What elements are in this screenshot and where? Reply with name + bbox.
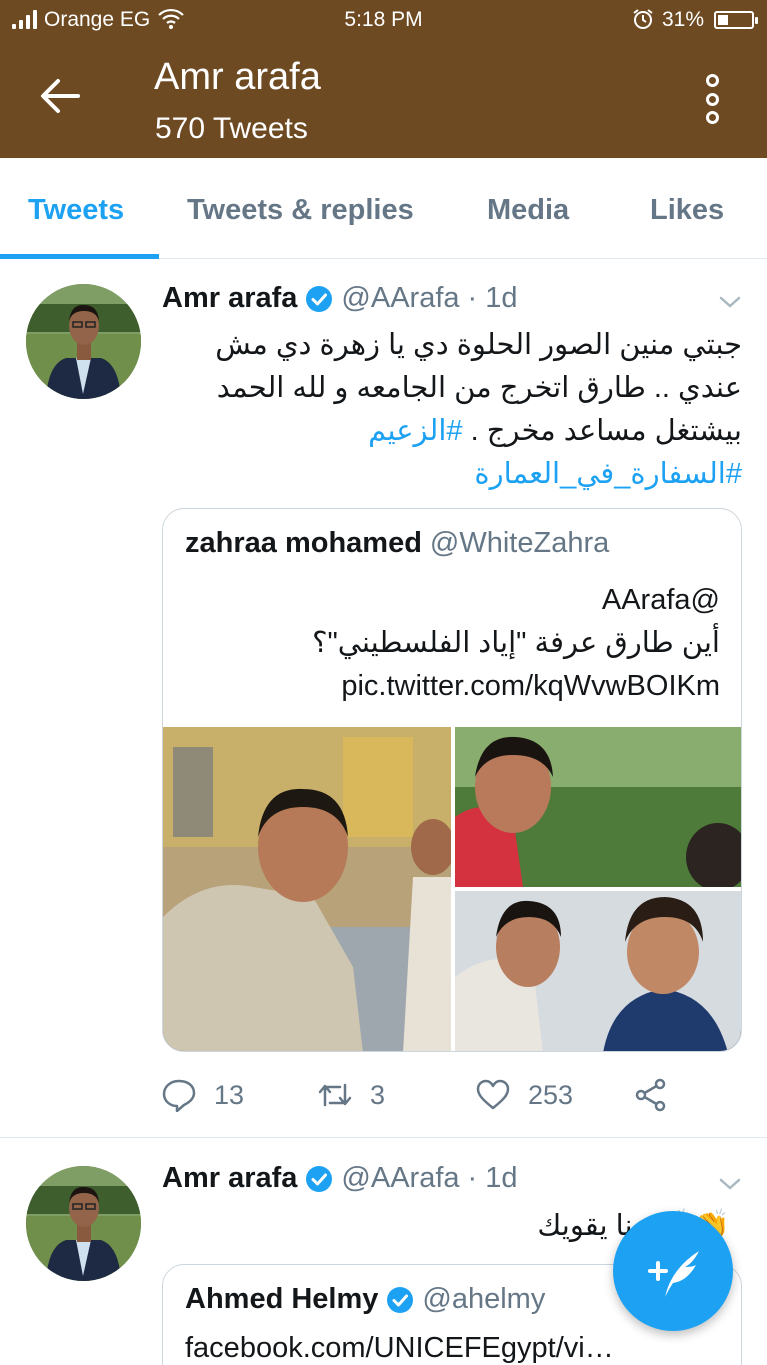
media-grid[interactable]: [163, 727, 742, 1052]
heart-icon: [476, 1079, 510, 1110]
tab-tweets[interactable]: Tweets: [28, 194, 124, 227]
profile-tabs: Tweets Tweets & replies Media Likes: [0, 158, 767, 259]
verified-badge-icon: [387, 1286, 414, 1313]
reply-count: 13: [214, 1079, 245, 1110]
hashtag[interactable]: #السفارة_في_العمارة: [474, 458, 742, 490]
tweet-text: جبتي منين الصور الحلوة دي يا زهرة دي مش …: [215, 329, 742, 490]
back-arrow-icon[interactable]: [38, 74, 82, 118]
verified-badge-icon: [306, 1165, 333, 1192]
chevron-down-icon[interactable]: [718, 1176, 742, 1192]
tab-media[interactable]: Media: [487, 194, 569, 227]
battery-percent: 31%: [662, 8, 705, 31]
quoted-tweet[interactable]: zahraa mohamed @WhiteZahra @AArafa أين ط…: [162, 508, 742, 1052]
quoted-tweet-header: zahraa mohamed @WhiteZahra: [185, 527, 609, 560]
mention[interactable]: @AArafa: [185, 579, 720, 622]
quoted-tweet-header: Ahmed Helmy @ahelmy: [185, 1283, 545, 1316]
profile-header: Amr arafa 570 Tweets: [0, 40, 767, 158]
reply-button[interactable]: 13: [162, 1078, 244, 1112]
hashtag[interactable]: #الزعيم: [368, 415, 462, 447]
pic-link[interactable]: pic.twitter.com/kqWvwBOIKm: [185, 665, 720, 708]
quoted-author-name: zahraa mohamed: [185, 527, 422, 559]
retweet-count: 3: [370, 1079, 386, 1110]
avatar[interactable]: [26, 1166, 141, 1281]
retweet-icon: [318, 1083, 352, 1107]
alarm-icon: [633, 9, 653, 29]
tweet-count: 570 Tweets: [155, 112, 308, 145]
author-name[interactable]: Amr arafa: [162, 282, 297, 315]
more-vertical-icon[interactable]: [700, 74, 724, 124]
verified-badge-icon: [306, 285, 333, 312]
retweet-button[interactable]: 3: [318, 1078, 385, 1112]
tweet-header: Amr arafa @AArafa · 1d: [162, 1162, 518, 1195]
quoted-link[interactable]: facebook.com/UNICEFEgypt/vi…: [185, 1327, 720, 1365]
quoted-author-name: Ahmed Helmy: [185, 1283, 379, 1315]
quoted-author-handle: @ahelmy: [422, 1283, 546, 1315]
avatar[interactable]: [26, 284, 141, 399]
photo-collage[interactable]: [163, 727, 742, 1052]
active-tab-indicator: [0, 254, 159, 259]
reply-icon: [162, 1079, 196, 1112]
author-handle: @AArafa · 1d: [341, 1162, 518, 1194]
tweet-header: Amr arafa @AArafa · 1d: [162, 282, 518, 315]
header-title: Amr arafa: [154, 56, 321, 98]
like-button[interactable]: 253: [476, 1078, 573, 1112]
compose-tweet-button[interactable]: [613, 1211, 733, 1331]
share-button[interactable]: [634, 1078, 668, 1112]
share-icon: [635, 1078, 666, 1112]
tab-likes[interactable]: Likes: [650, 194, 724, 227]
quoted-author-handle: @WhiteZahra: [429, 527, 610, 559]
tab-tweets-and-replies[interactable]: Tweets & replies: [187, 194, 414, 227]
battery-icon: [714, 11, 758, 29]
like-count: 253: [528, 1079, 574, 1110]
author-handle: @AArafa · 1d: [341, 282, 518, 314]
compose-tweet-icon: [648, 1251, 699, 1297]
tweet[interactable]: Amr arafa @AArafa · 1d جبتي منين الصور ا…: [0, 260, 767, 1138]
tweet-actions: 13 3 253: [162, 1078, 742, 1118]
chevron-down-icon[interactable]: [718, 294, 742, 310]
author-name[interactable]: Amr arafa: [162, 1162, 297, 1195]
quoted-tweet-text: @AArafa أين طارق عرفة "إياد الفلسطيني"؟ …: [185, 579, 720, 708]
status-bar: Orange EG 5:18 PM 31%: [0, 0, 767, 40]
